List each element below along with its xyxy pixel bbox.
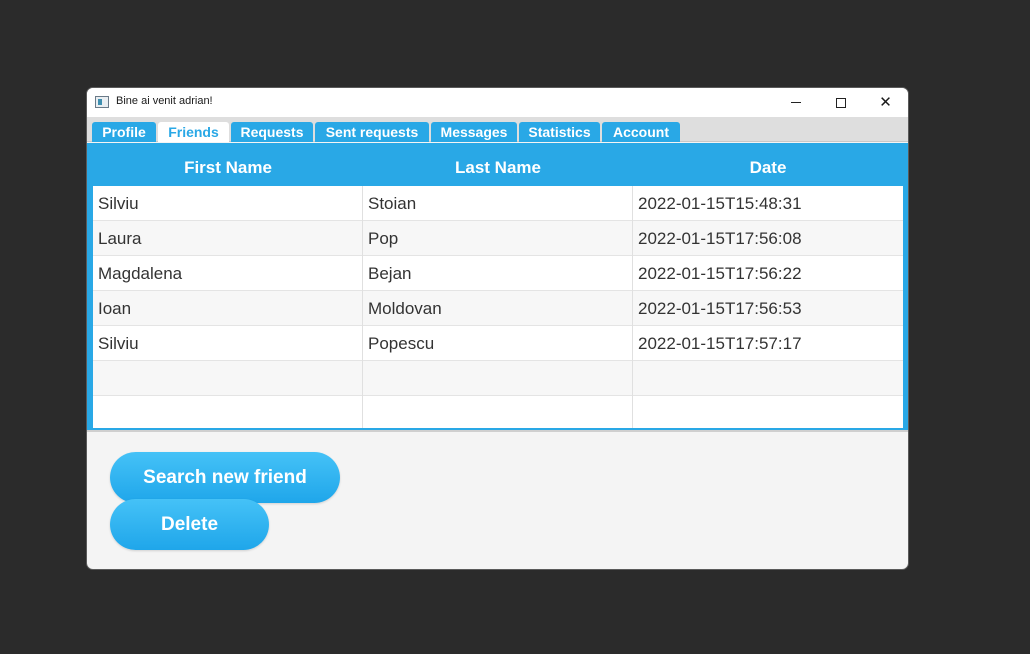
- column-header-date[interactable]: Date: [633, 149, 903, 186]
- tab-friends[interactable]: Friends: [158, 122, 229, 142]
- cell-last-name: [363, 361, 633, 396]
- table-row[interactable]: Silviu Popescu 2022-01-15T17:57:17: [93, 326, 903, 361]
- cell-date: [633, 361, 903, 396]
- search-new-friend-button[interactable]: Search new friend: [110, 452, 340, 503]
- cell-date: 2022-01-15T17:56:22: [638, 263, 802, 283]
- cell-date: 2022-01-15T17:56:53: [638, 298, 802, 318]
- cell-last-name: Stoian: [363, 186, 633, 221]
- table-row[interactable]: Silviu Stoian 2022-01-15T15:48:31: [93, 186, 903, 221]
- window-title: Bine ai venit adrian!: [116, 95, 213, 107]
- cell-first-name: Laura: [93, 221, 363, 256]
- column-header-first-name[interactable]: First Name: [93, 149, 363, 186]
- tab-messages[interactable]: Messages: [431, 122, 517, 142]
- app-icon: [95, 96, 109, 108]
- cell-date: 2022-01-15T15:48:31: [638, 193, 802, 213]
- cell-first-name: [93, 361, 363, 396]
- friends-table-frame: First Name Last Name Date Silviu Stoian …: [87, 143, 908, 432]
- tab-sent-requests[interactable]: Sent requests: [315, 122, 429, 142]
- cell-first-name: Ioan: [93, 291, 363, 326]
- cell-date: [633, 396, 903, 428]
- cell-first-name: Silviu: [93, 326, 363, 361]
- cell-last-name: [363, 396, 633, 428]
- cell-first-name: Magdalena: [93, 256, 363, 291]
- table-body: Silviu Stoian 2022-01-15T15:48:31 Laura …: [93, 186, 903, 428]
- title-bar[interactable]: Bine ai venit adrian! ✕: [87, 88, 908, 117]
- table-header: First Name Last Name Date: [93, 149, 903, 186]
- main-window: Bine ai venit adrian! ✕ Profile Friends …: [86, 87, 909, 570]
- tab-requests[interactable]: Requests: [231, 122, 313, 142]
- cell-first-name: [93, 396, 363, 428]
- close-icon: ✕: [879, 93, 892, 111]
- column-header-last-name[interactable]: Last Name: [363, 149, 633, 186]
- table-row[interactable]: Magdalena Bejan 2022-01-15T17:56:22: [93, 256, 903, 291]
- cell-date: 2022-01-15T17:56:08: [638, 228, 802, 248]
- tab-account[interactable]: Account: [602, 122, 680, 142]
- table-row[interactable]: Ioan Moldovan 2022-01-15T17:56:53: [93, 291, 903, 326]
- minimize-button[interactable]: [773, 88, 818, 117]
- cell-last-name: Popescu: [363, 326, 633, 361]
- tab-statistics[interactable]: Statistics: [519, 122, 600, 142]
- maximize-button[interactable]: [818, 88, 863, 117]
- cell-last-name: Moldovan: [363, 291, 633, 326]
- tab-bar: Profile Friends Requests Sent requests M…: [87, 117, 908, 142]
- table-row-empty: [93, 396, 903, 428]
- table-row[interactable]: Laura Pop 2022-01-15T17:56:08: [93, 221, 903, 256]
- cell-first-name: Silviu: [93, 186, 363, 221]
- cell-last-name: Pop: [363, 221, 633, 256]
- friends-table[interactable]: First Name Last Name Date Silviu Stoian …: [93, 149, 903, 428]
- cell-date: 2022-01-15T17:57:17: [638, 333, 802, 353]
- table-row-empty: [93, 361, 903, 396]
- minimize-icon: [790, 102, 801, 103]
- close-button[interactable]: ✕: [863, 88, 908, 117]
- tab-profile[interactable]: Profile: [92, 122, 156, 142]
- maximize-icon: [835, 97, 846, 108]
- delete-button[interactable]: Delete: [110, 499, 269, 550]
- cell-last-name: Bejan: [363, 256, 633, 291]
